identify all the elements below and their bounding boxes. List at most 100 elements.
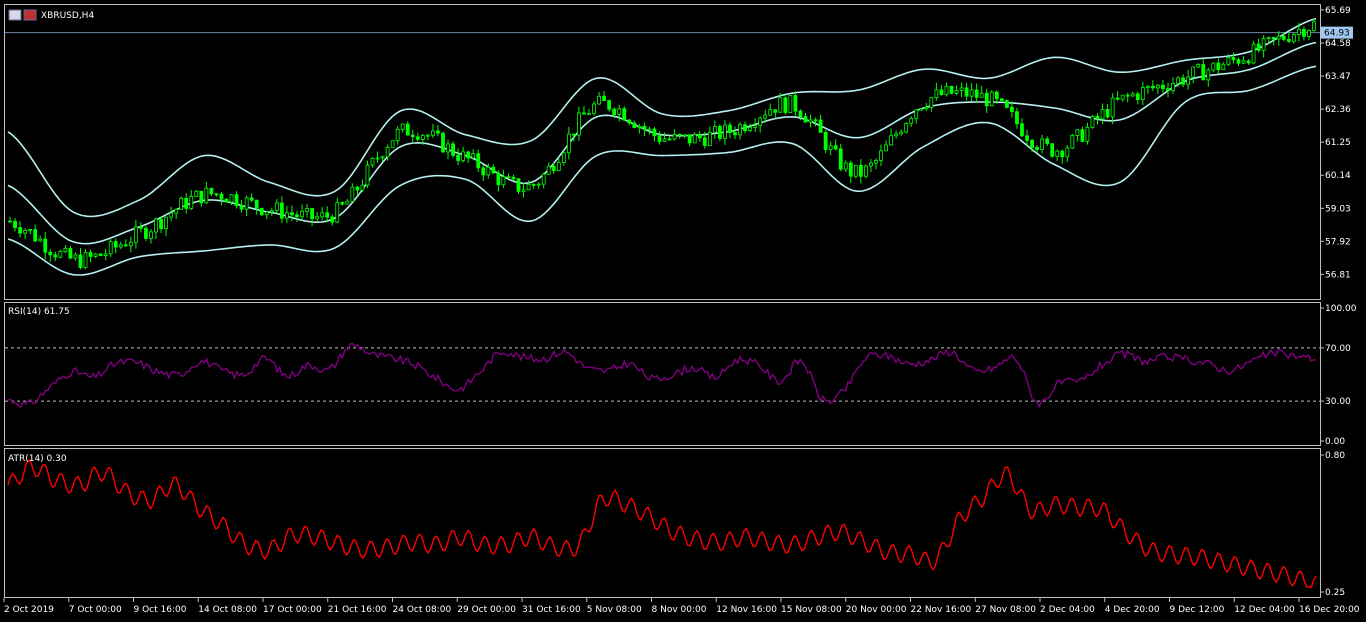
candle-body [964,87,969,97]
candle-body [602,95,607,102]
candle-body [330,216,335,223]
candle-body [1302,28,1306,37]
atr-title: ATR(14) 0.30 [8,454,67,464]
candle-body [279,202,284,219]
trading-chart[interactable]: 65.69 64.58 63.47 62.36 61.25 60.14 59.03 57.92… [0,0,1366,622]
candle-body [1181,77,1185,85]
candle-body [843,162,848,170]
candle-body [224,198,229,203]
candle-body [753,125,758,128]
candle-body [471,153,476,159]
candle-body [1171,83,1175,91]
candle-body [154,218,158,233]
candle-body [1080,129,1085,142]
candle-body [234,194,239,206]
candle-body [1176,77,1180,84]
candle-body [662,138,667,142]
price-axis-label: 60.14 [1325,171,1351,181]
candle-body [894,133,899,137]
candle-body [1030,139,1034,148]
candle-body [738,124,742,136]
time-axis-label: 12 Dec 04:00 [1234,605,1295,615]
candle-body [139,226,143,229]
candle-body [743,124,747,132]
candle-body [420,135,425,140]
candle-body [209,187,214,195]
candle-body [1156,84,1160,89]
candle-body [491,166,496,174]
candle-body [949,85,954,94]
candle-body [1276,35,1281,40]
time-axis-label: 20 Nov 00:00 [846,605,907,615]
candle-body [717,126,722,139]
candle-body [43,238,48,253]
candle-body [889,135,893,146]
candle-body [622,108,627,121]
candle-body [1055,150,1060,157]
candle-body [390,140,395,148]
candle-body [1115,97,1120,100]
time-axis-label: 12 Nov 16:00 [716,605,777,615]
candle-body [1236,59,1241,64]
candle-body [516,178,521,192]
candle-body [295,214,299,218]
candle-body [355,186,360,191]
candle-body [612,108,617,115]
candle-body [204,187,209,204]
candle-body [697,134,702,139]
chart-window-icon [8,9,22,21]
candle-body [194,190,199,197]
candle-body [637,125,642,128]
candle-body [113,241,118,248]
candle-body [989,91,994,107]
candle-body [1085,127,1090,142]
candle-body [13,220,17,228]
candle-body [58,251,63,258]
candle-body [521,189,526,192]
candle-body [677,133,682,136]
candle-body [1231,57,1236,61]
candle-body [642,125,647,130]
candle-body [994,91,999,100]
candle-body [415,136,420,140]
candle-body [833,145,838,150]
candle-body [128,241,133,247]
atr-axis-label: 0.80 [1325,451,1345,461]
candle-body [285,212,289,219]
time-axis-label: 2 Dec 04:00 [1040,605,1095,615]
candle-body [1020,123,1024,137]
candle-body [758,117,763,127]
time-axis-label: 7 Oct 00:00 [69,605,122,615]
candle-body [954,90,959,94]
candle-body [481,167,486,176]
candle-body [149,231,153,239]
candle-body [667,138,672,141]
time-axis-label: 29 Oct 00:00 [457,605,516,615]
candle-body [587,113,591,115]
candle-body [793,95,798,112]
candle-body [83,252,88,268]
candle-body [23,229,28,234]
candle-body [1015,111,1019,125]
rsi-axis-label: 0.00 [1325,437,1345,447]
candle-body [506,176,511,179]
candle-body [909,117,914,124]
candle-body [1050,143,1055,157]
candle-body [1040,138,1045,150]
candle-body [164,216,168,230]
candle-body [159,218,163,230]
candle-body [385,147,390,158]
candle-body [582,112,586,115]
price-axis-label: 65.69 [1325,6,1351,16]
candle-body [335,202,340,223]
candle-body [214,193,219,196]
candle-body [229,194,234,203]
candle-body [53,254,58,258]
time-axis-label: 31 Oct 16:00 [522,605,581,615]
candle-body [1150,85,1155,89]
candle-body [118,244,123,248]
candle-body [723,124,727,139]
candle-body [78,254,83,268]
time-axis-label: 27 Nov 08:00 [975,605,1036,615]
candle-body [174,208,179,214]
